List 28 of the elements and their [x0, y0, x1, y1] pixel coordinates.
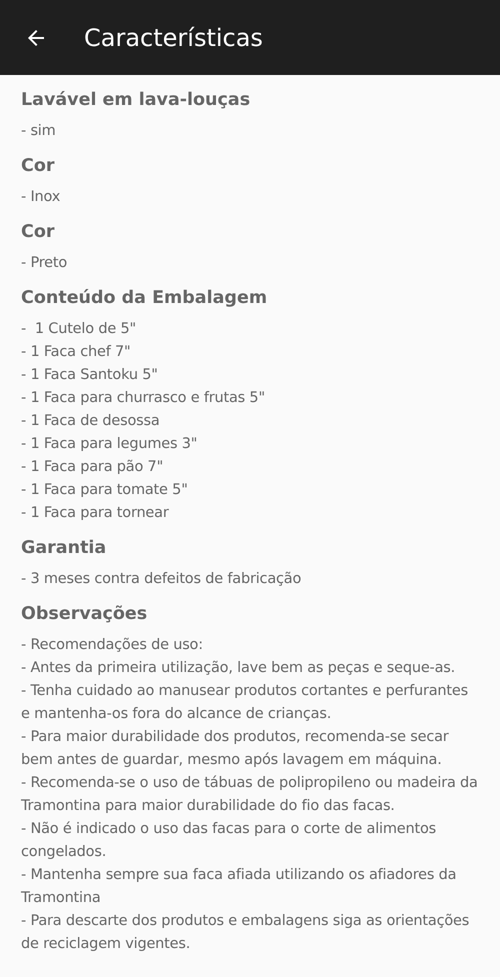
detail-text: - Para descarte dos produtos e embalagens siga as orientações de reciclagem vigentes. [21, 912, 470, 954]
detail-text: - 1 Faca de desossa [21, 412, 161, 431]
section-heading: Garantia [21, 537, 108, 560]
detail-text: - sim [21, 122, 57, 141]
detail-text: - 1 Faca para tornear [21, 504, 170, 523]
detail-text: - 3 meses contra defeitos de fabricação [21, 570, 302, 589]
section-heading: Observações [21, 603, 148, 626]
detail-text: - 1 Faca para legumes 3" [21, 435, 198, 454]
section-heading: Conteúdo da Embalagem [21, 287, 268, 310]
detail-text: - 1 Faca Santoku 5" [21, 366, 159, 385]
detail-text: - Antes da primeira utilização, lave bem as peças e seque-as. [21, 659, 456, 678]
detail-text: - Preto [21, 254, 68, 273]
detail-text: - Não é indicado o uso das facas para o corte de alimentos congelados. [21, 820, 438, 862]
section-heading: Cor [21, 155, 56, 178]
detail-text: - Recomendações de uso: [21, 636, 204, 655]
section-heading: Lavável em lava-louças [21, 89, 252, 112]
detail-text: - 1 Cutelo de 5" [21, 320, 137, 339]
detail-text: - Inox [21, 188, 62, 207]
detail-text: - Mantenha sempre sua faca afiada utilizando os afiadores da Tramontina [21, 866, 458, 908]
detail-text: - Tenha cuidado ao manusear produtos cortantes e perfurantes e mantenha-os fora do alcance de crianças. [21, 682, 469, 724]
detail-text: - 1 Faca chef 7" [21, 343, 132, 362]
detail-text: - Recomenda-se o uso de tábuas de polipropileno ou madeira da Tramontina para maior durabilidade do fio das facas. [21, 774, 479, 816]
detail-text: - 1 Faca para tomate 5" [21, 481, 189, 500]
detail-text: - Para maior durabilidade dos produtos, recomenda-se secar bem antes de guardar, mesmo após lavagem em máquina. [21, 728, 450, 770]
detail-text: - 1 Faca para churrasco e frutas 5" [21, 389, 266, 408]
screen-title: Características [84, 24, 263, 52]
detail-text: - 1 Faca para pão 7" [21, 458, 164, 477]
section-heading: Cor [21, 221, 56, 244]
